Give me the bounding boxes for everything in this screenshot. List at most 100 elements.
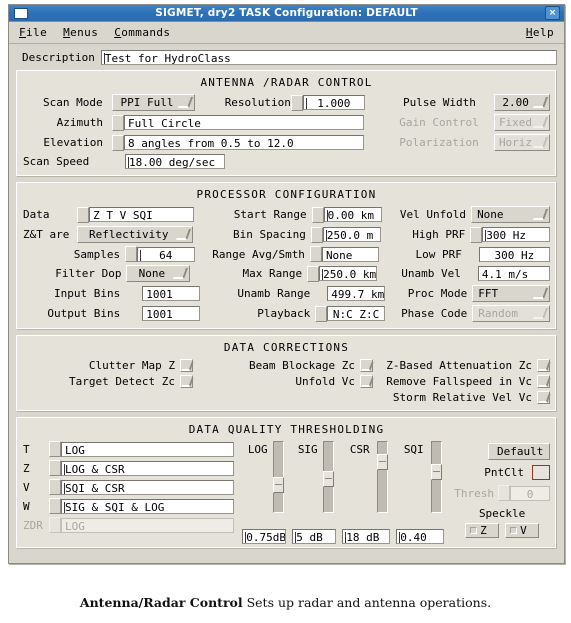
slider-thumb-csr[interactable] (377, 454, 389, 470)
z-based-attenuation-zc-toggle[interactable]: Z-Based Attenuation Zc (373, 359, 550, 372)
filter-dop-dropdown[interactable]: None (126, 265, 191, 282)
threshold-input-z[interactable]: LOG & CSR (61, 460, 235, 476)
threshold-pin-zdr[interactable] (49, 517, 61, 533)
elevation-input[interactable]: 8 angles from 0.5 to 12.0 (124, 135, 364, 150)
slider-log[interactable] (273, 441, 285, 513)
pntclt-color-swatch[interactable] (532, 465, 550, 480)
toggle-square-icon (180, 375, 193, 388)
threshold-pin-v[interactable] (49, 479, 61, 495)
vel-unfold-value: None (477, 208, 504, 221)
vel-unfold-dropdown[interactable]: None (471, 206, 550, 223)
threshold-input-t[interactable]: LOG (61, 441, 235, 457)
figure-caption: Antenna/Radar Control Sets up radar and … (0, 595, 571, 610)
thresh-input[interactable]: 0 (510, 485, 550, 501)
unfold-vc-toggle[interactable]: Unfold Vc (193, 375, 373, 388)
threshold-input-v[interactable]: SQI & CSR (61, 479, 235, 495)
threshold-input-w[interactable]: SIG & SQI & LOG (61, 498, 235, 514)
chevron-down-icon (178, 97, 194, 108)
speckle-v-checkbox[interactable]: V (505, 523, 540, 538)
elevation-pin-button[interactable] (112, 134, 124, 151)
slider-value-csr[interactable]: 18 dB (342, 529, 391, 544)
bin-spacing-label: Bin Spacing (232, 228, 306, 241)
threshold-row-t: T LOG (23, 441, 235, 457)
threshold-pin-t[interactable] (49, 441, 61, 457)
playback-label: Playback (257, 307, 311, 320)
samples-input[interactable]: 64 (137, 246, 195, 262)
slider-value-sqi[interactable]: 0.40 (396, 529, 445, 544)
unamb-range-value: 499.7 km (327, 286, 385, 301)
slider-thumb-log[interactable] (273, 477, 285, 493)
gain-control-dropdown[interactable]: Fixed (494, 114, 550, 131)
scan-mode-row: Scan Mode PPI Full Resolution 1.000 Puls… (23, 94, 551, 111)
input-bins-input[interactable]: 1001 (142, 286, 200, 301)
target-detect-zc-toggle[interactable]: Target Detect Zc (23, 375, 193, 388)
menu-help[interactable]: Help (526, 26, 554, 39)
proc-mode-label: Proc Mode (407, 287, 468, 300)
bin-spacing-pin-button[interactable] (310, 226, 323, 243)
scan-mode-dropdown[interactable]: PPI Full (111, 94, 196, 111)
playback-pin-button[interactable] (315, 305, 328, 322)
start-range-input[interactable]: 0.00 km (323, 207, 383, 222)
polarization-dropdown[interactable]: Horiz (494, 134, 550, 151)
resolution-input[interactable]: 1.000 (302, 95, 365, 110)
max-range-input[interactable]: 250.0 km (319, 266, 378, 281)
slider-thumb-sig[interactable] (323, 471, 335, 487)
menu-file[interactable]: File (19, 26, 47, 39)
range-avg-input[interactable]: None (321, 246, 380, 262)
resolution-pin-button[interactable] (290, 94, 303, 111)
remove-fallspeed-vc-toggle[interactable]: Remove Fallspeed in Vc (373, 375, 550, 388)
slider-label-sqi: SQI (403, 443, 424, 456)
azimuth-input[interactable]: Full Circle (124, 115, 364, 130)
pulse-width-dropdown[interactable]: 2.00 (494, 94, 551, 111)
slider-label-csr: CSR (349, 443, 370, 456)
data-input[interactable]: Z T V SQI (89, 207, 195, 222)
checkbox-icon (510, 527, 518, 534)
elevation-row: Elevation 8 angles from 0.5 to 12.0 Pola… (23, 134, 550, 151)
slider-sqi[interactable] (431, 441, 443, 513)
close-icon[interactable]: × (545, 6, 560, 20)
window-menu-icon[interactable] (14, 7, 28, 19)
data-pin-button[interactable] (77, 206, 90, 223)
max-range-pin-button[interactable] (307, 265, 320, 282)
default-button[interactable]: Default (488, 443, 550, 460)
storm-relative-vel-vc-toggle[interactable]: Storm Relative Vel Vc (23, 391, 550, 404)
threshold-pin-w[interactable] (49, 498, 61, 514)
low-prf-input[interactable]: 300 Hz (478, 246, 550, 262)
thresholding-panel-title: DATA QUALITY THRESHOLDING (188, 423, 385, 436)
high-prf-pin-button[interactable] (470, 226, 483, 243)
filter-dop-label: Filter Dop (55, 267, 122, 280)
slider-value-sig[interactable]: 5 dB (292, 529, 337, 544)
playback-value[interactable]: N:C Z:C (327, 306, 385, 321)
phase-code-dropdown[interactable]: Random (472, 305, 550, 322)
window-title: SIGMET, dry2 TASK Configuration: DEFAULT (155, 7, 418, 19)
proc-mode-dropdown[interactable]: FFT (472, 285, 550, 302)
threshold-input-zdr[interactable]: LOG (61, 517, 235, 533)
azimuth-pin-button[interactable] (112, 114, 124, 131)
remove-fallspeed-vc-label: Remove Fallspeed in Vc (386, 375, 532, 388)
clutter-map-z-toggle[interactable]: Clutter Map Z (23, 359, 193, 372)
caption-bold: Antenna/Radar Control (79, 595, 243, 610)
bin-spacing-input[interactable]: 250.0 m (322, 227, 382, 242)
thresh-pin-button[interactable] (498, 485, 510, 501)
range-avg-pin-button[interactable] (309, 246, 322, 262)
chevron-down-icon (533, 97, 549, 108)
threshold-pin-z[interactable] (49, 460, 61, 476)
window-titlebar[interactable]: SIGMET, dry2 TASK Configuration: DEFAULT… (9, 5, 564, 22)
slider-csr[interactable] (377, 441, 389, 513)
menu-commands[interactable]: Commands (114, 26, 170, 39)
beam-blockage-zc-label: Beam Blockage Zc (249, 359, 355, 372)
output-bins-input[interactable]: 1001 (142, 306, 200, 321)
high-prf-input[interactable]: 300 Hz (482, 227, 550, 242)
start-range-pin-button[interactable] (311, 206, 324, 223)
menu-menus[interactable]: Menus (63, 26, 98, 39)
slider-value-log[interactable]: 0.75dB (242, 529, 287, 544)
zt-are-dropdown[interactable]: Reflectivity (77, 226, 194, 243)
slider-sig[interactable] (323, 441, 335, 513)
beam-blockage-zc-toggle[interactable]: Beam Blockage Zc (193, 359, 373, 372)
slider-thumb-sqi[interactable] (431, 464, 443, 480)
speckle-z-checkbox[interactable]: Z (465, 523, 500, 538)
scan-speed-input[interactable]: 18.00 deg/sec (125, 154, 225, 169)
description-input[interactable]: Test for HydroClass (100, 50, 557, 65)
samples-pin-button[interactable] (125, 246, 138, 262)
thresholding-body: T LOG Z LOG & CSR V SQI & CSR W SIG & SQ… (23, 441, 550, 544)
